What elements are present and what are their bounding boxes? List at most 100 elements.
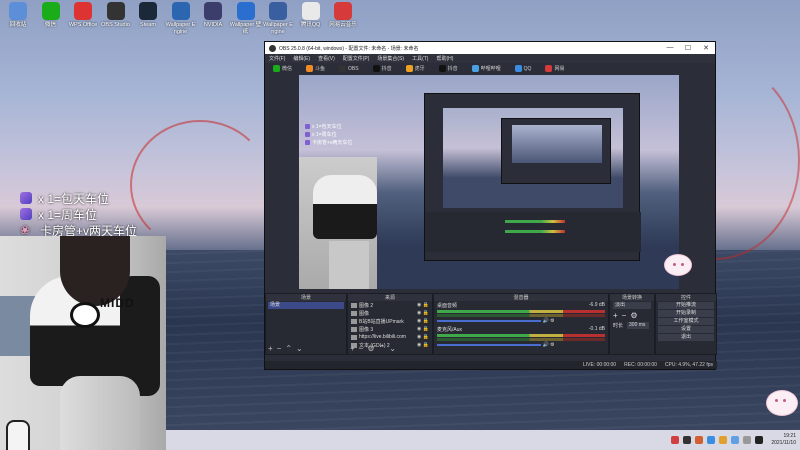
toolbar-item[interactable]: 抖音	[438, 65, 458, 72]
close-button[interactable]: ✕	[697, 44, 715, 52]
menu-item[interactable]: 帮助(H)	[436, 55, 453, 62]
desktop-icon-label: Wallpaper Engine	[165, 22, 196, 35]
desktop-icon[interactable]: WPS Office	[67, 2, 99, 35]
volume-slider[interactable]	[437, 343, 542, 346]
desktop-icon[interactable]: Wallpaper Engine	[262, 2, 294, 35]
system-tray	[671, 436, 764, 444]
desktop-icon[interactable]: Wallpaper 壁纸	[230, 2, 262, 35]
studio-mode-button[interactable]: 工作室模式	[658, 318, 714, 325]
add-icon[interactable]: +	[613, 311, 618, 320]
desktop-icon[interactable]: 回收站	[2, 2, 34, 35]
visibility-lock-icon[interactable]: ◉ 🔒	[417, 342, 429, 348]
source-list: 图像 2 ◉ 🔒 图像 ◉ 🔒 B站B站直播UPmark ◉ 🔒 图像 3 ◉ 🔒 https:…	[348, 301, 432, 349]
up-icon[interactable]: ⌃	[285, 344, 292, 353]
clock[interactable]: 19:21 2021/11/10	[771, 433, 796, 447]
plugin-icon	[471, 65, 479, 72]
settings-button[interactable]: 设置	[658, 326, 714, 333]
toolbar-item[interactable]: OBS	[339, 65, 359, 72]
preview-canvas[interactable]: x 1=包天车位 x 1=周车位 卡房管+v两天车位	[299, 75, 679, 289]
source-item[interactable]: 图像 ◉ 🔒	[348, 309, 432, 317]
tray-icon[interactable]	[683, 436, 692, 444]
source-item[interactable]: 图像 3 ◉ 🔒	[348, 325, 432, 333]
duration-input[interactable]: 300 ms	[627, 322, 650, 329]
desktop-icon[interactable]: 腾讯QQ	[295, 2, 327, 35]
speaker-icon[interactable]: 🔊	[543, 342, 549, 348]
tray-icon[interactable]	[671, 436, 680, 444]
scene-item[interactable]: 场景	[268, 302, 344, 309]
visibility-lock-icon[interactable]: ◉ 🔒	[417, 326, 429, 332]
gear-icon[interactable]: ⚙	[367, 344, 374, 353]
desktop-icons: 回收站 微信 WPS Office OBS Studio Steam Wallpaper …	[2, 2, 360, 35]
volume-slider[interactable]	[437, 319, 542, 322]
desktop-icon[interactable]: Steam	[132, 2, 164, 35]
exit-button[interactable]: 退出	[658, 334, 714, 341]
remove-icon[interactable]: −	[277, 344, 282, 353]
tray-icon[interactable]	[719, 436, 728, 444]
desktop-icon[interactable]: OBS Studio	[100, 2, 132, 35]
nested-obs-capture	[424, 93, 641, 261]
nested-preview	[443, 108, 623, 208]
down-icon[interactable]: ⌄	[296, 344, 303, 353]
source-item[interactable]: 图像 2 ◉ 🔒	[348, 301, 432, 309]
speaker-icon[interactable]: 🔊	[543, 318, 549, 324]
maximize-button[interactable]: ☐	[679, 44, 697, 52]
toolbar-item[interactable]: 网易	[545, 65, 564, 72]
visibility-lock-icon[interactable]: ◉ 🔒	[417, 310, 429, 316]
visibility-lock-icon[interactable]: ◉ 🔒	[417, 334, 429, 340]
down-icon[interactable]: ⌄	[389, 344, 396, 353]
music-icon	[334, 2, 352, 20]
menu-item[interactable]: 编辑(E)	[293, 55, 310, 62]
sources-dock: 来源 图像 2 ◉ 🔒 图像 ◉ 🔒 B站B站直播UPmark ◉ 🔒 图像 3 ◉ 🔒 htt…	[347, 293, 433, 355]
menu-item[interactable]: 查看(V)	[318, 55, 335, 62]
tray-icon[interactable]	[731, 436, 740, 444]
desktop-icon[interactable]: 微信	[35, 2, 67, 35]
source-item[interactable]: B站B站直播UPmark ◉ 🔒	[348, 317, 432, 325]
desktop-icon[interactable]: 网易云音乐	[327, 2, 359, 35]
start-streaming-button[interactable]: 开始推流	[658, 302, 714, 309]
toolbar-item[interactable]: 斗鱼	[306, 65, 325, 72]
panda-plush	[70, 302, 100, 328]
add-icon[interactable]: +	[268, 344, 273, 353]
obs-icon	[106, 2, 125, 20]
toolbar-item[interactable]: 微信	[273, 65, 292, 72]
tray-icon[interactable]	[743, 436, 752, 444]
stream-overlay: x 1=包天车位 x 1=周车位 ❀ 卡房管+v两天车位	[20, 190, 137, 238]
toolbar-item[interactable]: 抖音	[372, 65, 392, 72]
menu-item[interactable]: 配置文件(P)	[343, 55, 370, 62]
remove-icon[interactable]: −	[622, 311, 627, 320]
gear-icon[interactable]: ⚙	[630, 311, 637, 320]
plugin-icon	[514, 65, 522, 72]
source-label: https://live.bilibili.com	[359, 334, 406, 340]
nested-meter	[505, 230, 565, 233]
desktop-icon-label: 回收站	[9, 22, 27, 28]
gear-icon[interactable]: ⚙	[550, 318, 554, 324]
remove-icon[interactable]: −	[359, 344, 364, 353]
toolbar-item[interactable]: QQ	[514, 65, 531, 72]
toolbar-item[interactable]: 哔哩哔哩	[471, 65, 501, 72]
tray-icon[interactable]	[755, 436, 764, 444]
mixer-channel-desktop: 桌面音频 -6.9 dB 🔊 ⚙	[434, 301, 608, 325]
menu-item[interactable]: 场景集合(S)	[377, 55, 404, 62]
desktop-icon-label: NVIDIA	[203, 22, 223, 28]
legs	[60, 376, 140, 450]
visibility-lock-icon[interactable]: ◉ 🔒	[417, 318, 429, 324]
start-recording-button[interactable]: 开始录制	[658, 310, 714, 317]
source-label: B站B站直播UPmark	[359, 318, 404, 325]
visibility-lock-icon[interactable]: ◉ 🔒	[417, 302, 429, 308]
minimize-button[interactable]: —	[661, 44, 679, 52]
dock-title: 控件	[656, 294, 716, 301]
toolbar-item[interactable]: 虎牙	[405, 65, 425, 72]
transition-select[interactable]: 淡出	[613, 302, 651, 309]
gear-icon[interactable]: ⚙	[550, 342, 554, 348]
mixer-channel-mic: 麦克风/Aux -0.1 dB 🔊 ⚙	[434, 325, 608, 349]
add-icon[interactable]: +	[350, 344, 355, 353]
volume-meter	[437, 338, 605, 341]
menu-item[interactable]: 文件(F)	[269, 55, 285, 62]
up-icon[interactable]: ⌃	[379, 344, 386, 353]
source-item[interactable]: https://live.bilibili.com ◉ 🔒	[348, 333, 432, 341]
tray-icon[interactable]	[695, 436, 704, 444]
menu-item[interactable]: 工具(T)	[412, 55, 428, 62]
desktop-icon[interactable]: Wallpaper Engine	[165, 2, 197, 35]
desktop-icon[interactable]: NVIDIA	[197, 2, 229, 35]
tray-icon[interactable]	[707, 436, 716, 444]
